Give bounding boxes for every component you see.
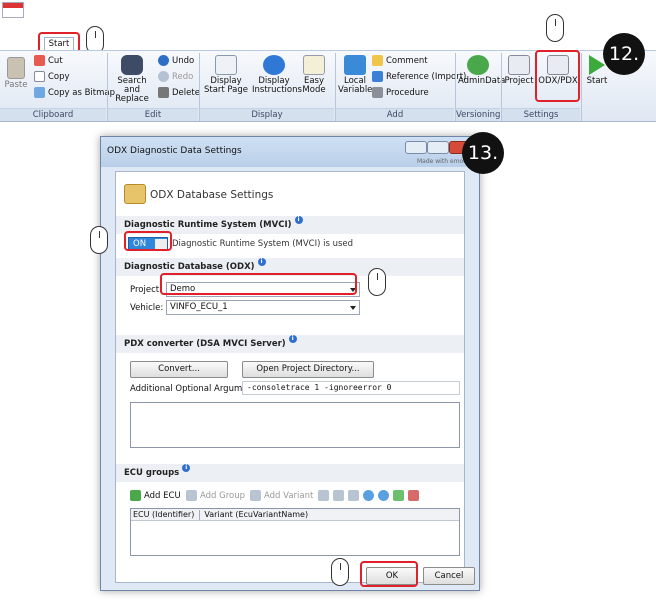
display-group-label: Display — [200, 108, 334, 121]
info-icon: i — [182, 464, 191, 472]
project-select-highlight — [160, 273, 357, 295]
comment-button[interactable]: Comment — [372, 55, 428, 66]
admindata-icon — [467, 55, 489, 75]
display-start-page-button[interactable]: Display Start Page — [202, 55, 250, 95]
edit-group-label: Edit — [108, 108, 198, 121]
remove-item-icon[interactable] — [408, 490, 419, 501]
project-button[interactable]: Project — [504, 55, 534, 86]
info-icon: i — [257, 258, 266, 266]
scissors-icon — [34, 55, 45, 66]
wand-icon — [303, 55, 325, 75]
cut-button[interactable]: Cut — [34, 55, 63, 66]
comment-icon — [372, 55, 383, 66]
convert-button[interactable]: Convert... — [130, 361, 228, 378]
refresh-icon[interactable] — [363, 490, 374, 501]
step-badge-13: 13. — [462, 132, 504, 174]
undo-icon — [158, 55, 169, 66]
dialog-title: ODX Diagnostic Data Settings — [107, 146, 242, 156]
add-ecu-icon — [130, 490, 141, 501]
binoculars-icon — [121, 55, 143, 75]
undo-button[interactable]: Undo — [158, 55, 194, 66]
args-input[interactable]: -consoletrace 1 -ignoreerror 0 — [242, 381, 460, 395]
delete-button[interactable]: Delete — [158, 87, 200, 98]
variable-icon — [344, 55, 366, 75]
arrow-up-icon[interactable] — [333, 490, 344, 501]
info-icon: i — [294, 216, 303, 224]
info-icon: i — [288, 335, 297, 343]
display-instructions-button[interactable]: Display Instructions — [252, 55, 302, 95]
add-item-icon[interactable] — [393, 490, 404, 501]
settings-group-label: Settings — [502, 108, 580, 121]
mvci-used-label: Diagnostic Runtime System (MVCI) is used — [172, 239, 354, 249]
odx-pdx-highlight — [535, 50, 580, 102]
copy-icon — [34, 71, 45, 82]
local-variable-button[interactable]: Local Variable — [338, 55, 372, 95]
add-variant-button[interactable]: Add Variant — [250, 490, 313, 501]
add-variant-icon — [250, 490, 261, 501]
clipboard-group-label: Clipboard — [0, 108, 106, 121]
delete-icon[interactable] — [318, 490, 329, 501]
open-project-directory-button[interactable]: Open Project Directory... — [242, 361, 374, 378]
clipboard-icon — [7, 57, 25, 79]
paste-button[interactable]: Paste — [4, 57, 28, 90]
chevron-down-icon — [350, 306, 356, 310]
ecu-table: ECU (Identifier) Variant (EcuVariantName… — [130, 508, 460, 556]
add-group-button[interactable]: Add Group — [186, 490, 245, 501]
start-page-icon — [215, 55, 237, 75]
vehicle-select[interactable]: VINFO_ECU_1 — [166, 300, 360, 315]
minimize-button[interactable] — [405, 141, 427, 154]
search-replace-button[interactable]: Search and Replace — [110, 55, 154, 104]
project-settings-icon — [508, 55, 530, 75]
ok-button-highlight — [360, 561, 418, 587]
ecu-section-header: ECU groupsi — [116, 464, 464, 482]
converter-output-area[interactable] — [130, 402, 460, 448]
arrow-down-icon[interactable] — [348, 490, 359, 501]
copy-bitmap-button[interactable]: Copy as Bitmap — [34, 87, 115, 98]
group-separator — [581, 53, 582, 121]
app-icon — [2, 2, 24, 18]
project-label: Project: — [130, 285, 162, 295]
maximize-button[interactable] — [427, 141, 449, 154]
mouse-icon — [368, 268, 386, 296]
delete-icon — [158, 87, 169, 98]
mouse-icon — [90, 226, 108, 254]
panel-header: ODX Database Settings — [150, 189, 274, 201]
info-icon — [263, 55, 285, 75]
odx-settings-dialog: ODX Diagnostic Data Settings Made with e… — [100, 136, 480, 591]
easy-mode-button[interactable]: Easy Mode — [298, 55, 330, 95]
database-icon — [124, 184, 146, 204]
pdx-section-header: PDX converter (DSA MVCI Server)i — [116, 335, 464, 353]
ecu-table-header: ECU (Identifier) Variant (EcuVariantName… — [131, 509, 459, 521]
add-group-icon — [186, 490, 197, 501]
add-group-label: Add — [336, 108, 454, 121]
copy-button[interactable]: Copy — [34, 71, 70, 82]
reference-icon — [372, 71, 383, 82]
vehicle-label: Vehicle: — [130, 303, 164, 313]
redo-button[interactable]: Redo — [158, 71, 193, 82]
bitmap-icon — [34, 87, 45, 98]
procedure-icon — [372, 87, 383, 98]
sync-icon[interactable] — [378, 490, 389, 501]
reference-import-button[interactable]: Reference (Import) — [372, 71, 466, 82]
admindata-button[interactable]: AdminData — [458, 55, 505, 86]
toggle-highlight — [124, 231, 172, 251]
step-badge-12: 12. — [603, 33, 645, 75]
dialog-titlebar: ODX Diagnostic Data Settings Made with e… — [101, 137, 479, 167]
mouse-icon — [546, 14, 564, 42]
cancel-button[interactable]: Cancel — [423, 567, 475, 585]
ecu-toolbar-icons — [318, 490, 419, 501]
procedure-button[interactable]: Procedure — [372, 87, 429, 98]
add-ecu-button[interactable]: Add ECU — [130, 490, 181, 501]
mouse-icon — [331, 558, 349, 586]
versioning-group-label: Versioning — [456, 108, 501, 121]
redo-icon — [158, 71, 169, 82]
